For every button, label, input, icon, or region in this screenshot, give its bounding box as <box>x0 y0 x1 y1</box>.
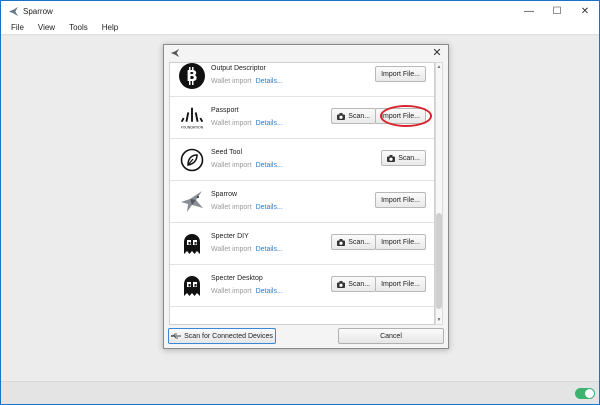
menu-file[interactable]: File <box>11 23 24 32</box>
scan-button[interactable]: Scan... <box>331 234 377 250</box>
item-name: Output Descriptor <box>211 65 266 72</box>
scan-devices-label: Scan for Connected Devices <box>184 332 273 340</box>
item-buttons: Scan... Import File... <box>331 108 426 124</box>
list-item-specter-desktop: Specter Desktop Wallet import Details... … <box>170 265 434 307</box>
camera-icon <box>337 238 346 246</box>
item-sub-label: Wallet import <box>211 120 252 127</box>
scan-label: Scan... <box>348 112 371 120</box>
item-buttons: Import File... <box>375 192 426 208</box>
item-subtitle: Wallet import Details... <box>211 204 283 211</box>
list-item-output-descriptor: B Output Descriptor Wallet import Details… <box>170 63 434 97</box>
import-source-list: B Output Descriptor Wallet import Details… <box>169 62 435 325</box>
scroll-up-arrow-icon[interactable]: ▲ <box>436 63 442 71</box>
bitcoin-logo-icon: B <box>178 63 206 90</box>
item-name: Passport <box>211 107 239 114</box>
item-name: Seed Tool <box>211 149 243 156</box>
scan-button[interactable]: Scan... <box>381 150 426 166</box>
scan-connected-devices-button[interactable]: Scan for Connected Devices <box>168 328 276 344</box>
sparrow-bird-icon <box>178 188 206 216</box>
details-link[interactable]: Details... <box>256 288 283 295</box>
usb-icon <box>171 333 182 339</box>
list-item-seed-tool: Seed Tool Wallet import Details... Scan..… <box>170 139 434 181</box>
details-link[interactable]: Details... <box>256 78 283 85</box>
details-link[interactable]: Details... <box>256 120 283 127</box>
item-name: Sparrow <box>211 191 238 198</box>
item-sub-label: Wallet import <box>211 162 252 169</box>
menu-tools[interactable]: Tools <box>69 23 88 32</box>
sparrow-dialog-icon <box>170 48 180 58</box>
item-subtitle: Wallet import Details... <box>211 246 283 253</box>
item-buttons: Scan... Import File... <box>331 276 426 292</box>
window-title: Sparrow <box>23 6 53 16</box>
scan-label: Scan... <box>348 238 371 246</box>
scroll-down-arrow-icon[interactable]: ▼ <box>436 316 442 324</box>
details-link[interactable]: Details... <box>256 162 283 169</box>
import-wallet-dialog: ✕ B Output Descriptor Wallet import Detai… <box>163 44 449 349</box>
scan-label: Scan... <box>398 154 420 162</box>
item-subtitle: Wallet import Details... <box>211 78 283 85</box>
import-file-button[interactable]: Import File... <box>375 192 426 208</box>
item-sub-label: Wallet import <box>211 288 252 295</box>
import-file-button[interactable]: Import File... <box>375 234 426 250</box>
import-file-button[interactable]: Import File... <box>375 108 426 124</box>
specter-ghost-icon <box>178 272 206 300</box>
item-name: Specter DIY <box>211 233 249 240</box>
details-link[interactable]: Details... <box>256 246 283 253</box>
item-subtitle: Wallet import Details... <box>211 162 283 169</box>
camera-icon <box>337 112 346 120</box>
item-buttons: Scan... <box>381 150 426 166</box>
dialog-close-button[interactable]: ✕ <box>431 46 443 60</box>
app-window: Sparrow — ☐ ✕ File View Tools Help ✕ B O… <box>0 0 600 405</box>
list-item-sparrow: Sparrow Wallet import Details... Import F… <box>170 181 434 223</box>
scan-button[interactable]: Scan... <box>331 108 377 124</box>
title-bar: Sparrow — ☐ ✕ <box>1 1 599 21</box>
seedtool-leaf-icon <box>178 146 206 174</box>
connection-toggle[interactable] <box>575 388 595 399</box>
menu-help[interactable]: Help <box>102 23 118 32</box>
details-link[interactable]: Details... <box>256 204 283 211</box>
foundation-passport-logo-icon: FOUNDATION <box>178 104 206 132</box>
scan-label: Scan... <box>348 280 371 288</box>
item-sub-label: Wallet import <box>211 78 252 85</box>
sparrow-app-icon <box>7 5 19 17</box>
dialog-header <box>164 45 448 61</box>
status-bar <box>1 381 599 404</box>
item-sub-label: Wallet import <box>211 246 252 253</box>
item-buttons: Import File... <box>375 66 426 82</box>
foundation-wordmark: FOUNDATION <box>181 125 204 129</box>
item-subtitle: Wallet import Details... <box>211 120 283 127</box>
camera-icon <box>387 154 396 162</box>
list-item-passport: FOUNDATION Passport Wallet import Details… <box>170 97 434 139</box>
item-name: Specter Desktop <box>211 275 263 282</box>
minimize-button[interactable]: — <box>515 1 543 21</box>
import-file-button[interactable]: Import File... <box>375 66 426 82</box>
close-button[interactable]: ✕ <box>571 1 599 21</box>
list-item-specter-diy: Specter DIY Wallet import Details... Scan… <box>170 223 434 265</box>
cancel-button[interactable]: Cancel <box>338 328 444 344</box>
window-controls: — ☐ ✕ <box>515 1 599 21</box>
list-scrollbar[interactable]: ▲ ▼ <box>435 62 443 325</box>
item-buttons: Scan... Import File... <box>331 234 426 250</box>
specter-ghost-icon <box>178 230 206 258</box>
item-subtitle: Wallet import Details... <box>211 288 283 295</box>
menu-view[interactable]: View <box>38 23 55 32</box>
item-sub-label: Wallet import <box>211 204 252 211</box>
camera-icon <box>337 280 346 288</box>
menu-bar: File View Tools Help <box>1 21 599 35</box>
import-file-button[interactable]: Import File... <box>375 276 426 292</box>
scan-button[interactable]: Scan... <box>331 276 377 292</box>
scrollbar-thumb[interactable] <box>436 213 442 309</box>
maximize-button[interactable]: ☐ <box>543 1 571 21</box>
